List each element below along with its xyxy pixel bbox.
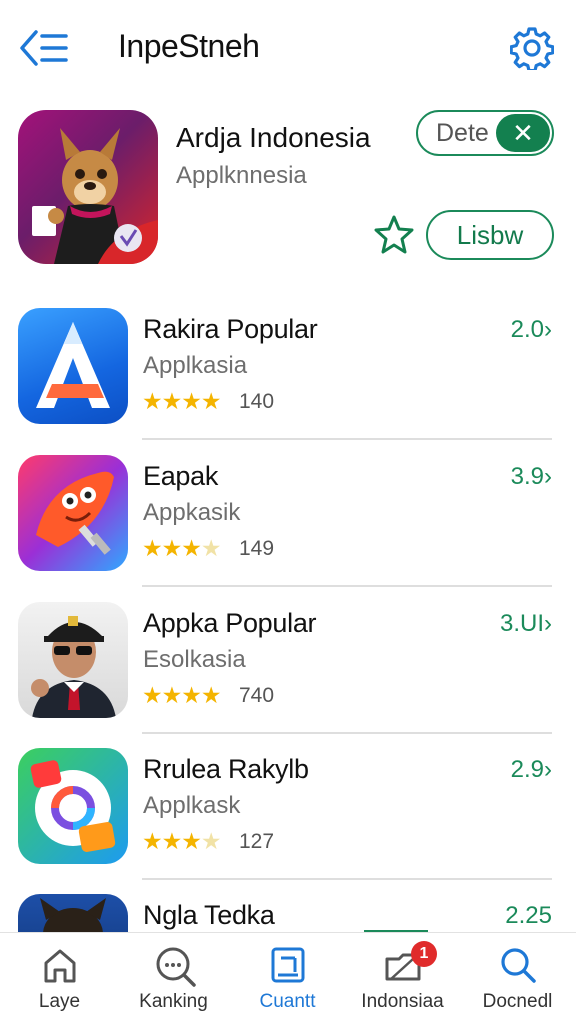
app-name: Rrulea Rakylb: [143, 754, 309, 784]
nav-label: Kanking: [139, 991, 208, 1012]
tablet-icon: [271, 947, 305, 983]
nav-label: Laye: [38, 991, 81, 1012]
app-name: Appka Popular: [143, 608, 317, 638]
list-item[interactable]: Rrulea Rakylb Applkask ★★★★ 127 2.9›: [0, 748, 576, 896]
rating-count: 140: [239, 390, 275, 413]
app-score-link[interactable]: 2.0›: [511, 316, 552, 344]
nav-item-current[interactable]: Cuantt: [230, 933, 345, 1024]
app-icon: [18, 894, 128, 932]
nav-item-indonesia[interactable]: 1 Indonsiaa: [345, 933, 460, 1024]
settings-button[interactable]: [509, 26, 555, 73]
app-icon: [18, 308, 128, 424]
star-outline-icon: [374, 215, 414, 254]
list-item[interactable]: Ngla Tedka 2.25: [0, 894, 576, 932]
list-item[interactable]: Appka Popular Esolkasia ★★★★ 740 3.UI›: [0, 602, 576, 750]
star-rating-icon: ★★★★: [142, 388, 221, 414]
nav-item-home[interactable]: Laye: [2, 933, 117, 1024]
star-rating-icon: ★★★★: [142, 828, 221, 854]
nav-label: Docnedl: [482, 991, 553, 1012]
featured-app-card: Ardja Indonesia Applknnesia Dete ✕ Lisbw: [0, 108, 576, 268]
divider: [142, 438, 552, 440]
app-name: Rakira Popular: [143, 314, 318, 344]
featured-app-icon[interactable]: [18, 110, 158, 264]
app-subtitle: Applkask: [143, 792, 241, 819]
app-subtitle: Applkasia: [143, 352, 248, 379]
nav-label: Indonsiaa: [361, 991, 444, 1012]
app-name: Ngla Tedka: [143, 900, 275, 930]
app-score-link[interactable]: 2.9›: [511, 756, 552, 784]
app-score-link[interactable]: 3.9›: [511, 463, 552, 491]
app-icon: [18, 455, 128, 571]
app-score-link[interactable]: 2.25: [505, 902, 552, 930]
divider: [142, 732, 552, 734]
rating-count: 149: [239, 537, 275, 560]
toggle-label: Dete: [436, 119, 489, 147]
search-chat-icon: [156, 947, 196, 987]
back-button[interactable]: [18, 28, 70, 68]
nav-item-ranking[interactable]: Kanking: [116, 933, 231, 1024]
page-title: InpeStneh: [118, 28, 260, 64]
rating-count: 127: [239, 830, 275, 853]
back-menu-icon: [20, 30, 68, 66]
featured-app-title: Ardja Indonesia: [176, 122, 371, 153]
rating-count: 740: [239, 684, 275, 707]
dete-toggle[interactable]: Dete ✕: [416, 110, 554, 156]
list-button[interactable]: Lisbw: [426, 210, 554, 260]
nav-item-search[interactable]: Docnedl: [460, 933, 575, 1024]
gear-icon: [509, 27, 555, 73]
notification-badge: 1: [411, 941, 437, 967]
close-icon: ✕: [496, 114, 550, 152]
app-header: InpeStneh: [0, 0, 576, 96]
app-icon: [18, 602, 128, 718]
app-score-link[interactable]: 3.UI›: [500, 610, 552, 638]
app-name: Eapak: [143, 461, 219, 491]
star-rating-icon: ★★★★: [142, 535, 221, 561]
home-icon: [44, 949, 76, 983]
app-subtitle: Esolkasia: [143, 646, 246, 673]
search-icon: [501, 948, 536, 983]
divider: [142, 878, 552, 880]
featured-app-subtitle: Applknnesia: [176, 162, 307, 189]
list-item[interactable]: Eapak Appkasik ★★★★ 149 3.9›: [0, 455, 576, 603]
nav-label: Cuantt: [259, 991, 316, 1012]
divider: [142, 585, 552, 587]
bottom-navigation: Laye Kanking Cuantt 1 Indonsiaa Docnedl: [0, 932, 576, 1024]
app-icon: [18, 748, 128, 864]
list-item[interactable]: Rakira Popular Applkasia ★★★★ 140 2.0›: [0, 308, 576, 456]
app-subtitle: Appkasik: [143, 499, 241, 526]
star-rating-icon: ★★★★: [142, 682, 221, 708]
favorite-button[interactable]: [373, 214, 415, 256]
